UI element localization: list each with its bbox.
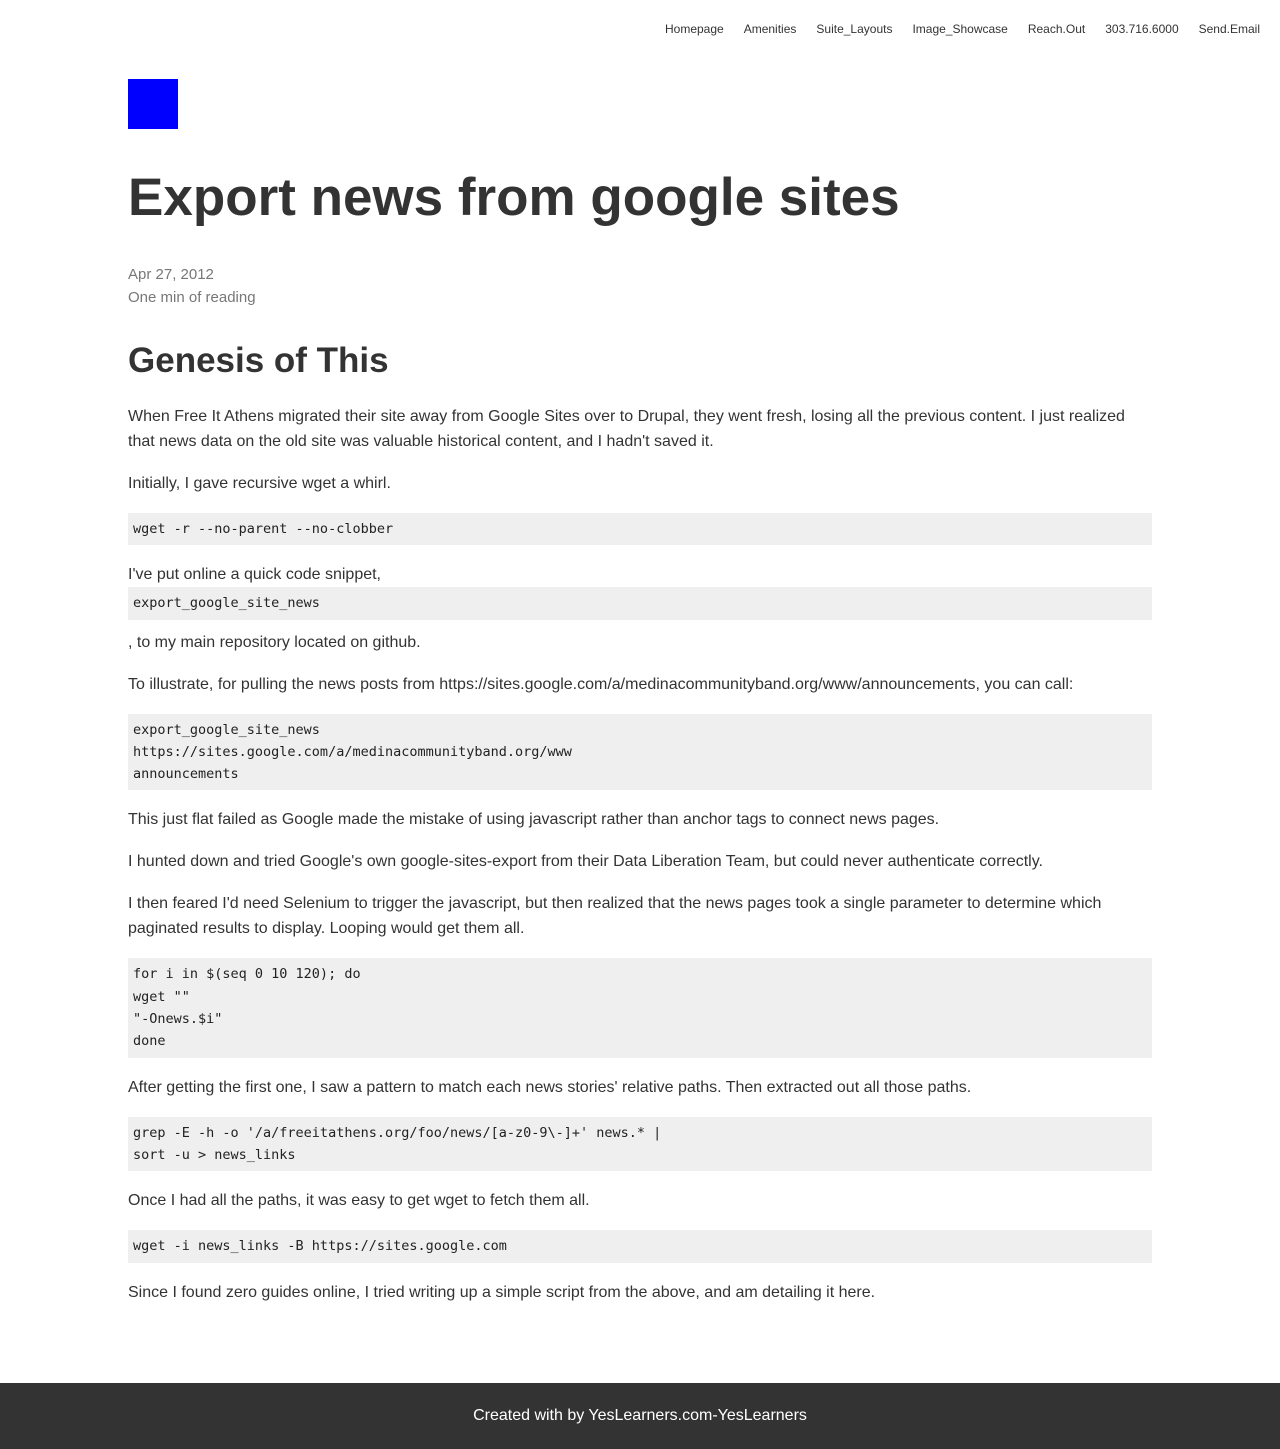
nav-link-image-showcase[interactable]: Image_Showcase (912, 21, 1007, 37)
code-block: wget -i news_links -B https://sites.goog… (128, 1230, 1152, 1263)
code-line: done (133, 1033, 166, 1050)
paragraph: I then feared I'd need Selenium to trigg… (128, 895, 1102, 938)
nav-link-homepage[interactable]: Homepage (665, 21, 724, 37)
top-nav: Homepage Amenities Suite_Layouts Image_S… (645, 21, 1260, 37)
code-line: wget -r --no-parent --no-clobber (133, 521, 394, 537)
footer-text: Created with by YesLearners.com-YesLearn… (473, 1407, 807, 1424)
site-footer: Created with by YesLearners.com-YesLearn… (0, 1383, 1280, 1449)
paragraph: When Free It Athens migrated their site … (128, 408, 1125, 450)
code-block: for i in $(seq 0 10 120); do wget "" "-One… (128, 958, 1152, 1058)
paragraph: This just flat failed as Google made the… (128, 811, 940, 829)
code-line: "-Onews.$i" (133, 1011, 223, 1028)
code-line: for i in $(seq 0 10 120); do (133, 966, 361, 983)
code-line: wget -i news_links -B https://sites.goog… (133, 1238, 507, 1255)
post-date: Apr 27, 2012 (128, 266, 214, 283)
code-line: announcements (133, 766, 239, 783)
nav-link-suite-layouts[interactable]: Suite_Layouts (816, 21, 892, 37)
paragraph: , to my main repository located on githu… (128, 633, 421, 651)
code-line: grep -E -h -o '/a/freeitathens.org/foo/n… (133, 1124, 662, 1141)
code-line: export_google_site_news (133, 595, 320, 612)
paragraph: To illustrate, for pulling the news post… (128, 675, 1074, 693)
code-line: sort -u > news_links (133, 1146, 296, 1163)
paragraph: After getting the first one, I saw a pat… (128, 1078, 972, 1096)
code-block: export_google_site_news (128, 587, 1152, 620)
code-block: wget -r --no-parent --no-clobber (128, 513, 1152, 546)
section-heading: Genesis of This (128, 341, 389, 380)
code-line: export_google_site_news (133, 721, 320, 738)
paragraph: I hunted down and tried Google's own goo… (128, 853, 1043, 871)
paragraph: I've put online a quick code snippet, (128, 566, 381, 584)
paragraph: Initially, I gave recursive wget a whirl… (128, 475, 391, 492)
article-body: Genesis of This When Free It Athens migr… (128, 339, 1152, 1322)
nav-link-phone[interactable]: 303.716.6000 (1105, 21, 1178, 37)
post-meta: Apr 27, 2012 One min of reading (128, 263, 256, 309)
nav-link-amenities[interactable]: Amenities (744, 21, 797, 37)
nav-link-reach-out[interactable]: Reach.Out (1028, 21, 1085, 37)
code-line: wget "" (133, 988, 190, 1005)
paragraph: Since I found zero guides online, I trie… (128, 1283, 876, 1301)
code-block: export_google_site_news https://sites.goo… (128, 713, 1152, 791)
reading-time: One min of reading (128, 289, 256, 306)
site-logo[interactable] (128, 79, 178, 129)
post-title: Export news from google sites (128, 168, 900, 227)
code-block: grep -E -h -o '/a/freeitathens.org/foo/n… (128, 1116, 1152, 1172)
code-line: https://sites.google.com/a/medinacommuni… (133, 743, 572, 760)
paragraph: Once I had all the paths, it was easy to… (128, 1192, 590, 1210)
nav-link-send-email[interactable]: Send.Email (1199, 21, 1260, 37)
